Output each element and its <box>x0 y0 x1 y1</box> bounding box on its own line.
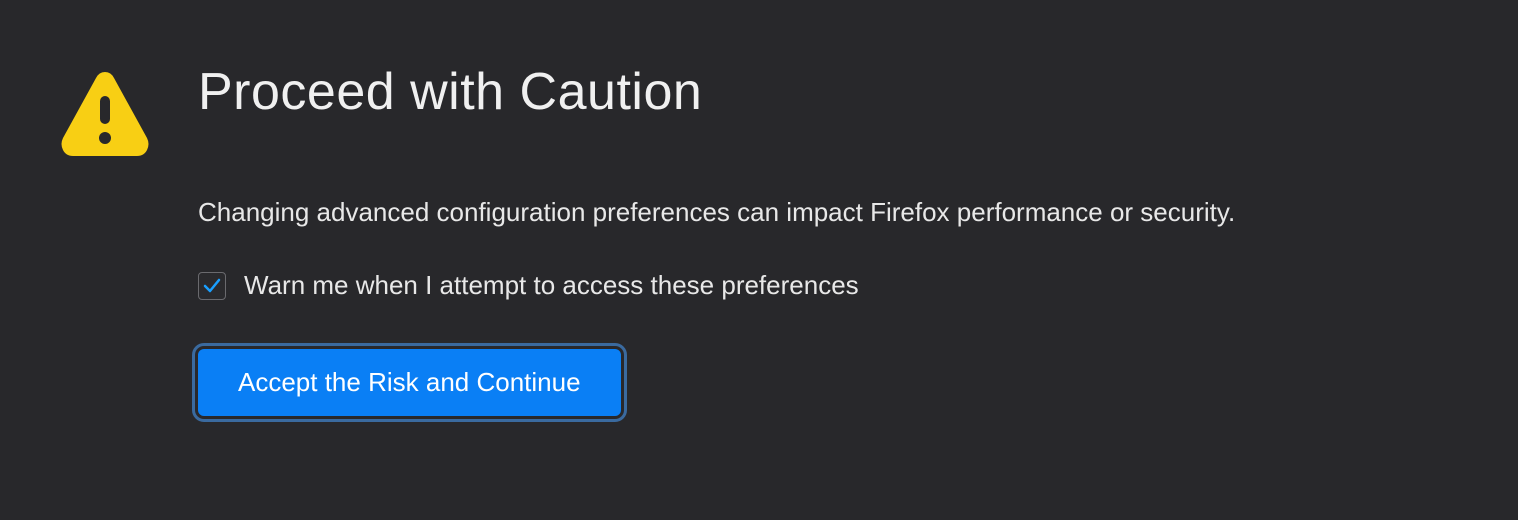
warning-icon <box>60 68 150 158</box>
warning-icon-container <box>60 62 150 163</box>
warn-checkbox-row[interactable]: Warn me when I attempt to access these p… <box>198 270 1458 301</box>
page-title: Proceed with Caution <box>198 62 1458 122</box>
warning-description: Changing advanced configuration preferen… <box>198 194 1458 230</box>
warn-checkbox-label[interactable]: Warn me when I attempt to access these p… <box>244 270 859 301</box>
checkmark-icon <box>201 275 223 297</box>
warn-checkbox[interactable] <box>198 272 226 300</box>
content-column: Proceed with Caution Changing advanced c… <box>198 62 1458 416</box>
warning-panel: Proceed with Caution Changing advanced c… <box>0 0 1518 478</box>
accept-risk-button[interactable]: Accept the Risk and Continue <box>198 349 621 416</box>
